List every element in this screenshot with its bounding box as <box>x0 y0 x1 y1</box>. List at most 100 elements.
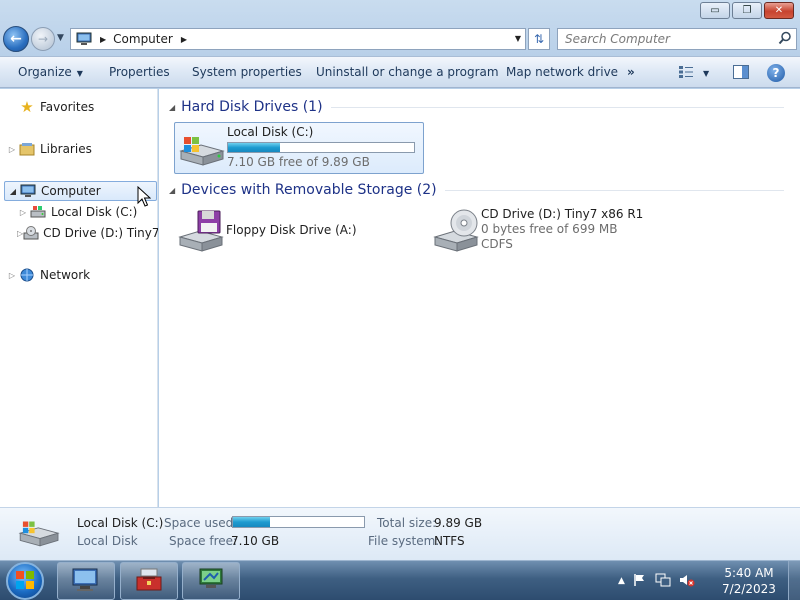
uninstall-program-button[interactable]: Uninstall or change a program <box>316 57 499 88</box>
breadcrumb-separator-icon[interactable]: ▶ <box>100 35 106 44</box>
drive-name: CD Drive (D:) Tiny7 x86 R1 <box>481 207 644 221</box>
refresh-button[interactable]: ⇅ <box>528 28 550 50</box>
group-header-hard-disk-drives[interactable]: ◢ Hard Disk Drives (1) <box>169 97 784 117</box>
clock-date: 7/2/2023 <box>722 582 776 596</box>
drive-usage-bar <box>227 142 415 153</box>
nav-item-local-disk[interactable]: ▷ Local Disk (C:) <box>17 202 137 222</box>
address-bar[interactable]: ▶ Computer ▶ ▼ <box>70 28 526 50</box>
search-icon[interactable] <box>778 31 792 48</box>
command-bar: Organize ▼ Properties System properties U… <box>0 56 800 88</box>
file-system-value: NTFS <box>434 534 465 548</box>
details-usage-bar <box>232 516 365 528</box>
organize-button[interactable]: Organize ▼ <box>18 57 83 88</box>
forward-arrow-icon: → <box>37 32 49 46</box>
nav-item-network[interactable]: ▷ Network <box>6 265 90 285</box>
drive-tile-cd[interactable]: CD Drive (D:) Tiny7 x86 R1 0 bytes free … <box>429 207 679 257</box>
navigation-row: ← → ▼ ▶ Computer ▶ ▼ ⇅ <box>0 24 800 54</box>
file-system-label: File system: <box>368 534 440 548</box>
computer-icon <box>71 567 101 596</box>
mouse-cursor-icon <box>137 186 151 207</box>
network-status-icon[interactable] <box>655 573 671 590</box>
maximize-button[interactable]: ❐ <box>732 2 762 19</box>
close-button[interactable]: ✕ <box>764 2 794 19</box>
nav-item-label: Libraries <box>40 142 92 156</box>
collapse-arrow-icon[interactable]: ◢ <box>7 187 19 196</box>
start-button[interactable] <box>6 562 44 600</box>
nav-item-libraries[interactable]: ▷ Libraries <box>6 139 92 159</box>
change-view-button[interactable] <box>678 63 694 83</box>
nav-item-label: Local Disk (C:) <box>51 205 138 219</box>
expand-arrow-icon[interactable]: ▷ <box>6 145 18 154</box>
details-drive-type: Local Disk <box>77 534 138 548</box>
space-free-value: 7.10 GB <box>231 534 280 548</box>
breadcrumb-separator-icon[interactable]: ▶ <box>181 35 187 44</box>
details-drive-name: Local Disk (C:) <box>77 516 164 530</box>
taskbar: ▲ 5:40 AM 7/2/2023 <box>0 560 800 600</box>
floppy-disk-icon <box>174 207 226 252</box>
group-title: Hard Disk Drives (1) <box>181 99 323 115</box>
toolbox-icon <box>134 567 164 596</box>
star-icon: ★ <box>20 98 34 116</box>
hard-disk-icon <box>29 204 47 220</box>
navigation-pane: ★ Favorites ▷ Libraries ◢ Computer ▷ Loc… <box>0 89 158 507</box>
hard-disk-icon <box>175 123 227 167</box>
group-header-removable-storage[interactable]: ◢ Devices with Removable Storage (2) <box>169 180 784 200</box>
expand-arrow-icon[interactable]: ▷ <box>17 208 29 217</box>
system-tray: ▲ <box>618 561 695 600</box>
drive-free-space: 7.10 GB free of 9.89 GB <box>227 155 370 169</box>
details-usage-fill <box>233 517 270 527</box>
nav-item-cd-drive[interactable]: ▷ CD Drive (D:) Tiny7 › <box>17 223 158 243</box>
view-options-dropdown-icon[interactable]: ▼ <box>703 63 709 83</box>
nav-item-label: CD Drive (D:) Tiny7 › <box>43 226 158 240</box>
nav-item-computer[interactable]: ◢ Computer <box>4 181 157 201</box>
breadcrumb-computer[interactable]: Computer <box>113 32 173 46</box>
volume-muted-icon[interactable] <box>679 573 695 590</box>
taskbar-toolbox-button[interactable] <box>120 562 178 600</box>
taskbar-explorer-button[interactable] <box>57 562 115 600</box>
minimize-icon: ▭ <box>710 5 720 16</box>
show-desktop-button[interactable] <box>788 561 800 600</box>
drive-tile-local-disk[interactable]: Local Disk (C:) 7.10 GB free of 9.89 GB <box>174 122 424 174</box>
minimize-button[interactable]: ▭ <box>700 2 730 19</box>
network-computer-icon <box>196 567 226 596</box>
collapse-group-icon[interactable]: ◢ <box>169 103 175 112</box>
action-center-flag-icon[interactable] <box>633 573 647 590</box>
windows-logo-icon <box>15 570 35 593</box>
map-network-drive-button[interactable]: Map network drive <box>506 57 618 88</box>
nav-item-favorites[interactable]: ★ Favorites <box>6 97 94 117</box>
help-button[interactable]: ? <box>767 63 785 83</box>
system-properties-button[interactable]: System properties <box>192 57 302 88</box>
back-button[interactable]: ← <box>3 26 29 52</box>
preview-pane-button[interactable] <box>733 63 749 83</box>
forward-button[interactable]: → <box>31 27 55 51</box>
close-icon: ✕ <box>774 5 784 16</box>
expand-arrow-icon[interactable]: ▷ <box>6 271 18 280</box>
drive-name: Floppy Disk Drive (A:) <box>226 223 357 237</box>
restore-icon: ❐ <box>742 5 752 16</box>
explorer-window: ▭ ❐ ✕ ← → ▼ ▶ Computer ▶ ▼ ⇅ Search Comp… <box>0 0 800 560</box>
details-pane: Local Disk (C:) Local Disk Space used: S… <box>0 507 800 560</box>
nav-item-label: Favorites <box>40 100 95 114</box>
taskbar-control-panel-button[interactable] <box>182 562 240 600</box>
caption-buttons: ▭ ❐ ✕ <box>700 2 794 19</box>
drive-tile-floppy[interactable]: Floppy Disk Drive (A:) <box>174 207 424 257</box>
collapse-group-icon[interactable]: ◢ <box>169 186 175 195</box>
chevron-down-icon: ▼ <box>76 69 83 78</box>
computer-icon <box>76 32 94 46</box>
search-input[interactable] <box>558 29 768 49</box>
group-title: Devices with Removable Storage (2) <box>181 182 437 198</box>
properties-button[interactable]: Properties <box>109 57 170 88</box>
libraries-icon <box>18 141 36 157</box>
nav-item-label: Computer <box>41 184 101 198</box>
address-dropdown-icon[interactable]: ▼ <box>515 34 521 43</box>
network-icon <box>18 267 36 283</box>
recent-pages-dropdown-icon[interactable]: ▼ <box>57 33 64 43</box>
search-box <box>557 28 797 50</box>
show-hidden-icons-icon[interactable]: ▲ <box>618 576 625 586</box>
drive-usage-fill <box>228 143 281 152</box>
clock[interactable]: 5:40 AM 7/2/2023 <box>718 565 780 597</box>
content-pane: ◢ Hard Disk Drives (1) Local Disk (C:) 7… <box>159 89 800 507</box>
view-icon <box>678 65 694 82</box>
total-size-label: Total size: <box>377 516 437 530</box>
more-commands-button[interactable]: » <box>627 57 635 88</box>
